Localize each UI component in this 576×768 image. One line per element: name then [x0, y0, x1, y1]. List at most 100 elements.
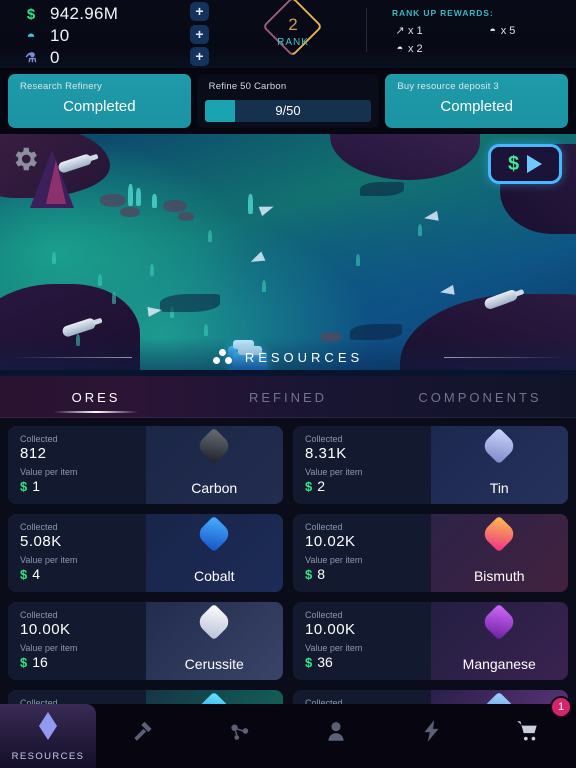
collected-value: 8.31K — [305, 445, 347, 462]
currency-row-flask: ⚗ 0 — [20, 47, 118, 69]
currency-row-gem: ◓ 10 — [20, 25, 118, 47]
value-per-item-label: Value per item — [305, 643, 363, 653]
resources-dots-icon — [212, 349, 233, 365]
value-per-item-value: $ 1 — [20, 478, 146, 494]
objective-card-buy-deposit[interactable]: Buy resource deposit 3 Completed — [385, 74, 569, 128]
rank-label: RANK — [277, 37, 309, 48]
nav-item-power[interactable] — [384, 704, 480, 768]
gem-icon: ◓ — [396, 43, 404, 55]
resource-card-cobalt[interactable]: Collected 5.08K Value per item $ 4 Cobal… — [8, 514, 283, 592]
objectives-bar: Research Refinery Completed Refine 50 Ca… — [0, 68, 576, 134]
resource-row: Collected 10.00K Value per item $ 16 Cer… — [8, 602, 568, 680]
card-visual: Cobalt — [145, 514, 283, 592]
price-number: 16 — [32, 654, 48, 670]
card-stats: Collected 10.00K Value per item $ 36 — [293, 602, 431, 680]
dollar-icon: $ — [305, 566, 313, 582]
objective-status: Completed — [63, 98, 136, 115]
collected-label: Collected — [305, 522, 343, 532]
card-visual: Carbon — [145, 426, 283, 504]
objective-card-refine-carbon[interactable]: Refine 50 Carbon 9/50 — [196, 74, 380, 128]
card-visual: Tin — [430, 426, 568, 504]
price-number: 1 — [32, 478, 41, 494]
value-per-item-label: Value per item — [20, 555, 78, 565]
add-flask-button[interactable]: + — [190, 47, 209, 66]
terrain-crystal — [128, 184, 133, 206]
header-rule — [12, 357, 132, 358]
price-number: 4 — [32, 566, 41, 582]
reward-amount: x 1 — [408, 24, 423, 37]
objective-title: Refine 50 Carbon — [208, 81, 287, 92]
terrain-kelp — [262, 280, 266, 292]
rank-badge[interactable]: 2 RANK — [262, 0, 324, 63]
collect-money-button[interactable]: $ — [488, 144, 562, 184]
collected-label: Collected — [20, 610, 58, 620]
add-gem-button[interactable]: + — [190, 24, 209, 44]
dollar-icon: $ — [26, 5, 36, 23]
collected-label: Collected — [20, 522, 58, 532]
reward-amount: x 2 — [408, 43, 423, 55]
resource-name: Cobalt — [194, 568, 235, 584]
plus-icon: + — [195, 3, 204, 19]
bolt-icon — [419, 718, 445, 749]
diamond-icon — [37, 711, 59, 746]
gear-icon[interactable] — [10, 144, 40, 174]
card-visual: Bismuth — [430, 514, 568, 592]
resource-card-manganese[interactable]: Collected 10.00K Value per item $ 36 Man… — [293, 602, 568, 680]
card-stats: Collected 5.08K Value per item $ 4 — [8, 514, 146, 592]
nav-label: RESOURCES — [11, 750, 85, 762]
cobalt-gem-icon — [195, 515, 233, 553]
rank-up-rewards: RANK UP REWARDS: ↗ x 1 ◓ x 5 ◓ x 2 — [392, 8, 515, 55]
value-per-item-value: $ 4 — [20, 566, 146, 582]
price-number: 8 — [317, 566, 326, 582]
terrain-rock — [100, 194, 126, 207]
terrain-kelp — [52, 252, 56, 264]
collected-value: 5.08K — [20, 533, 62, 550]
flask-icon: ⚗ — [25, 50, 37, 65]
gem-value: 10 — [50, 26, 70, 45]
terrain-kelp — [150, 264, 154, 276]
tin-gem-icon — [480, 427, 518, 465]
rank-number: 2 — [288, 15, 298, 34]
dollar-icon: $ — [507, 152, 520, 175]
play-icon — [527, 155, 543, 173]
nav-item-shop[interactable]: 1 — [480, 696, 576, 768]
card-stats: Collected 10.02K Value per item $ 8 — [293, 514, 431, 592]
collected-value: 812 — [20, 445, 47, 462]
dollar-icon: $ — [20, 654, 28, 670]
dollar-icon: $ — [305, 654, 313, 670]
bottom-navigation: RESOURCES 1 — [0, 696, 576, 768]
cart-icon — [514, 718, 542, 749]
add-money-button[interactable]: + — [190, 2, 209, 21]
nav-item-profile[interactable] — [288, 704, 384, 768]
terrain-crystal — [248, 194, 253, 214]
plus-icon: + — [195, 48, 204, 64]
terrain-rock — [163, 200, 187, 212]
terrain-kelp — [98, 274, 102, 286]
value-per-item-value: $ 8 — [305, 566, 431, 582]
terrain-kelp — [418, 224, 422, 236]
tab-ores[interactable]: ORES — [0, 376, 192, 418]
nav-item-research[interactable] — [192, 704, 288, 768]
gem-icon: ◓ — [489, 24, 497, 37]
cart-badge: 1 — [550, 696, 572, 718]
value-per-item-label: Value per item — [305, 467, 363, 477]
collected-value: 10.02K — [305, 533, 356, 550]
money-value: 942.96M — [50, 4, 119, 23]
tab-components[interactable]: COMPONENTS — [384, 376, 576, 418]
tab-refined[interactable]: REFINED — [192, 376, 384, 418]
objective-card-research-refinery[interactable]: Research Refinery Completed — [8, 74, 191, 128]
nav-item-build[interactable] — [96, 704, 192, 768]
resource-card-cerussite[interactable]: Collected 10.00K Value per item $ 16 Cer… — [8, 602, 283, 680]
card-visual: Manganese — [430, 602, 568, 680]
resource-card-tin[interactable]: Collected 8.31K Value per item $ 2 Tin — [293, 426, 568, 504]
resource-card-bismuth[interactable]: Collected 10.02K Value per item $ 8 Bism… — [293, 514, 568, 592]
price-number: 2 — [317, 478, 326, 494]
resource-name: Carbon — [191, 480, 238, 496]
terrain-rock — [178, 212, 194, 221]
add-currency-buttons: + + + — [190, 2, 209, 70]
resource-name: Cerussite — [184, 656, 244, 672]
nav-item-resources[interactable]: RESOURCES — [0, 704, 96, 768]
game-map[interactable]: $ — [0, 134, 576, 370]
resource-card-carbon[interactable]: Collected 812 Value per item $ 1 Carbon — [8, 426, 283, 504]
collected-label: Collected — [305, 434, 343, 444]
